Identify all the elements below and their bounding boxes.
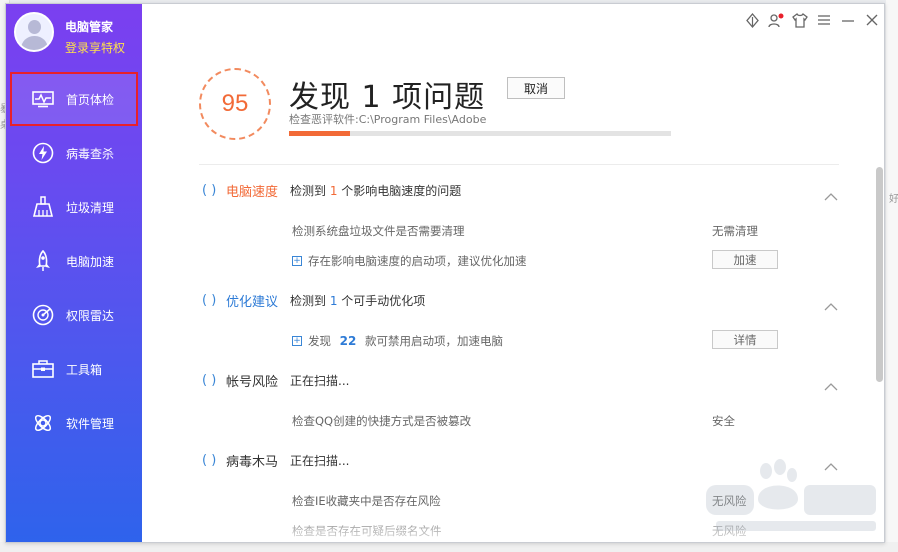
score-ring: 95 [199, 68, 271, 140]
sidebar-item-toolbox[interactable]: 工具箱 [6, 342, 142, 396]
menu-icon[interactable] [816, 12, 832, 28]
section-desc: 正在扫描... [290, 453, 350, 468]
list-item-text: 检查QQ创建的快捷方式是否被篡改 [292, 414, 472, 428]
status-text: 无风险 [712, 494, 747, 508]
background-bottom-strip [0, 542, 898, 552]
bottom-fade [142, 509, 884, 542]
scrollbar-thumb[interactable] [876, 167, 883, 382]
sidebar-item-label: 首页体检 [66, 92, 115, 107]
background-right-strip [886, 0, 898, 552]
section-header-speed: ( ) 电脑速度 检测到 1 个影响电脑速度的问题 [202, 180, 461, 200]
broom-icon [32, 196, 54, 218]
sidebar-nav: 首页体检 病毒查杀 垃圾清理 电脑加速 权限雷达 工具箱 软件管理 [6, 72, 142, 450]
sidebar-item-home-checkup[interactable]: 首页体检 [10, 72, 138, 126]
cancel-button[interactable]: 取消 [507, 77, 565, 99]
rocket-icon [32, 250, 54, 272]
scanning-spinner-icon: ( ) [202, 372, 217, 388]
sidebar: 电脑管家 登录享特权 首页体检 病毒查杀 垃圾清理 电脑加速 权限雷达 工具箱 … [6, 4, 142, 542]
main-panel: 95 发现 1 项问题 取消 检查恶评软件:C:\Program Files\A… [142, 4, 884, 542]
chevron-up-icon[interactable] [824, 376, 838, 391]
section-title: 优化建议 [226, 294, 279, 310]
section-header-optimize: ( ) 优化建议 检测到 1 个可手动优化项 [202, 290, 425, 310]
scanning-spinner-icon: ( ) [202, 182, 217, 198]
app-window: 电脑管家 登录享特权 首页体检 病毒查杀 垃圾清理 电脑加速 权限雷达 工具箱 … [5, 3, 885, 543]
scan-headline: 发现 1 项问题 [289, 80, 486, 115]
list-item: 检测系统盘垃圾文件是否需要清理 [292, 222, 465, 240]
software-icon [32, 412, 54, 434]
minimize-icon[interactable] [840, 12, 856, 28]
login-link[interactable]: 登录享特权 [65, 39, 125, 56]
list-item: + 发现 22 款可禁用启动项，加速电脑 [292, 332, 503, 350]
list-item-text: 发现 22 款可禁用启动项，加速电脑 [308, 334, 504, 348]
avatar-head [28, 20, 41, 34]
section-title: 病毒木马 [226, 454, 279, 470]
sidebar-item-virus-scan[interactable]: 病毒查杀 [6, 126, 142, 180]
avatar[interactable] [14, 12, 54, 52]
chevron-up-icon[interactable] [824, 296, 838, 311]
skin-leaf-icon[interactable] [744, 12, 760, 28]
details-button[interactable]: 详情 [712, 330, 778, 349]
profile-area: 电脑管家 登录享特权 [14, 12, 139, 62]
close-icon[interactable] [864, 12, 880, 28]
header-divider [199, 164, 839, 165]
sidebar-item-label: 垃圾清理 [66, 200, 115, 215]
sidebar-item-junk-clean[interactable]: 垃圾清理 [6, 180, 142, 234]
list-item: 检查QQ创建的快捷方式是否被篡改 [292, 412, 471, 430]
list-item-text: 检查是否存在可疑后缀名文件 [292, 524, 442, 538]
chevron-up-icon[interactable] [824, 456, 838, 471]
sidebar-item-label: 电脑加速 [66, 254, 115, 269]
window-controls [744, 10, 880, 30]
section-header-virus: ( ) 病毒木马 正在扫描... [202, 450, 349, 470]
scanning-spinner-icon: ( ) [202, 452, 217, 468]
list-item-text: 检测系统盘垃圾文件是否需要清理 [292, 224, 465, 238]
sidebar-item-permission-radar[interactable]: 权限雷达 [6, 288, 142, 342]
sidebar-item-label: 权限雷达 [66, 308, 115, 323]
expand-plus-icon[interactable]: + [292, 256, 302, 266]
section-desc: 正在扫描... [290, 373, 350, 388]
section-title: 电脑速度 [226, 184, 279, 200]
list-item: 检查IE收藏夹中是否存在风险 [292, 492, 441, 510]
tshirt-icon[interactable] [792, 12, 808, 28]
section-header-account-risk: ( ) 帐号风险 正在扫描... [202, 370, 349, 390]
lightning-icon [32, 142, 54, 164]
scanning-spinner-icon: ( ) [202, 292, 217, 308]
sidebar-item-label: 软件管理 [66, 416, 115, 431]
section-title: 帐号风险 [226, 374, 279, 390]
list-item-text: 检查IE收藏夹中是否存在风险 [292, 494, 441, 508]
list-item: 检查是否存在可疑后缀名文件 [292, 522, 442, 540]
status-text: 无风险 [712, 524, 747, 538]
chevron-up-icon[interactable] [824, 186, 838, 201]
app-name: 电脑管家 [65, 20, 114, 34]
scan-progress-fill [289, 131, 351, 136]
section-desc: 检测到 1 个可手动优化项 [290, 293, 426, 308]
avatar-body [21, 36, 48, 50]
list-item: + 存在影响电脑速度的启动项，建议优化加速 [292, 252, 527, 270]
toolbox-icon [32, 358, 54, 380]
list-item-text: 存在影响电脑速度的启动项，建议优化加速 [308, 254, 527, 268]
monitor-pulse-icon [32, 88, 54, 110]
scan-progress-bar [289, 131, 671, 136]
sidebar-item-label: 病毒查杀 [66, 146, 115, 161]
user-notify-icon[interactable] [768, 12, 784, 28]
scan-current-path: 检查恶评软件:C:\Program Files\Adobe [289, 113, 487, 126]
sidebar-item-software-manager[interactable]: 软件管理 [6, 396, 142, 450]
background-fragment: 好 [889, 194, 898, 205]
speed-up-button[interactable]: 加速 [712, 250, 778, 269]
radar-icon [32, 304, 54, 326]
expand-plus-icon[interactable]: + [292, 336, 302, 346]
status-text: 无需清理 [712, 224, 758, 238]
score-value: 95 [221, 90, 249, 117]
sidebar-item-label: 工具箱 [66, 362, 103, 377]
section-desc: 检测到 1 个影响电脑速度的问题 [290, 183, 462, 198]
sidebar-item-speed-up[interactable]: 电脑加速 [6, 234, 142, 288]
status-text: 安全 [712, 414, 735, 428]
